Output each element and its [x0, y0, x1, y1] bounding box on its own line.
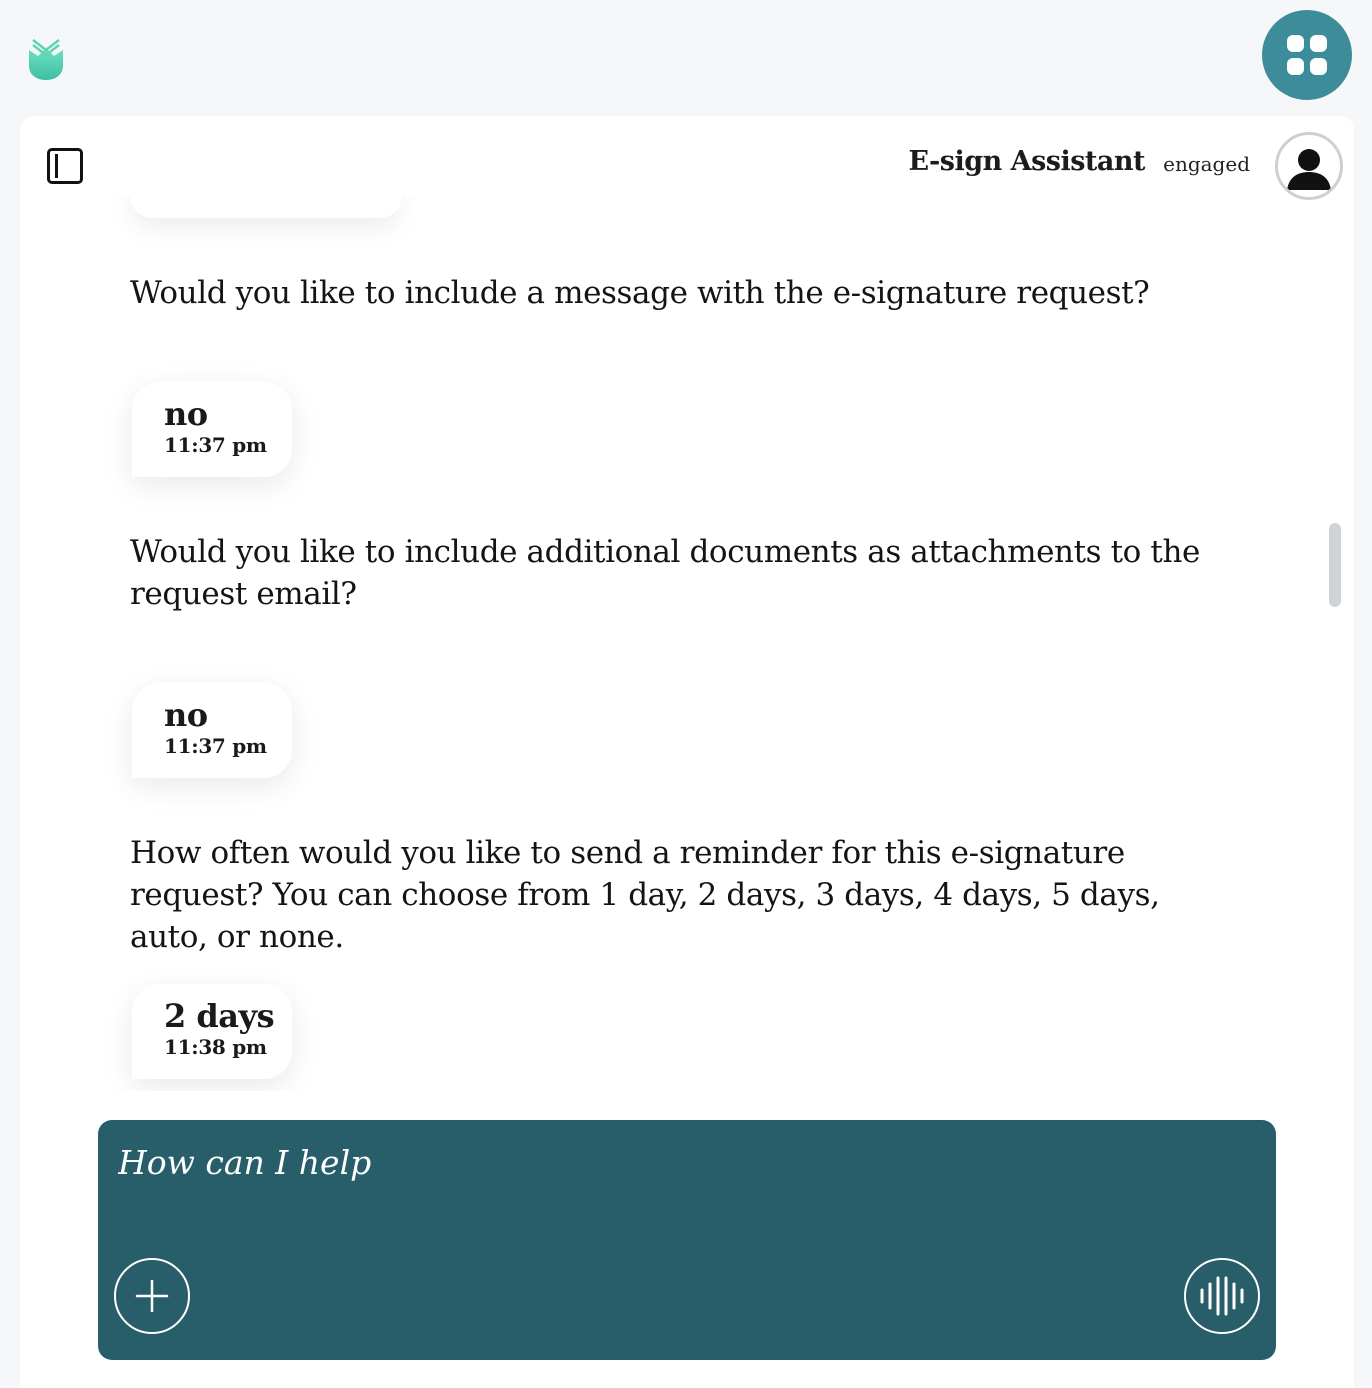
sidebar-toggle-button[interactable]: [47, 148, 83, 184]
bot-message: How often would you like to send a remin…: [130, 835, 1160, 955]
user-avatar-icon[interactable]: [1275, 132, 1343, 200]
voice-input-button[interactable]: [1184, 1258, 1260, 1334]
message-time: 11:38 pm: [164, 1035, 267, 1059]
user-message: no 11:37 pm: [132, 382, 292, 477]
apps-menu-button[interactable]: [1262, 10, 1352, 100]
assistant-name: E-sign Assistant: [908, 146, 1145, 177]
previous-message-edge: [130, 196, 402, 218]
user-message: no 11:37 pm: [132, 683, 292, 778]
scrollbar-thumb[interactable]: [1329, 523, 1341, 607]
message-composer: [98, 1120, 1276, 1360]
user-message-text: no: [164, 696, 208, 734]
tulip-logo-icon: [26, 36, 66, 82]
bot-message: Would you like to include a message with…: [130, 275, 1150, 311]
user-message-text: 2 days: [164, 997, 275, 1035]
plus-icon: [135, 1279, 169, 1313]
message-time: 11:37 pm: [164, 433, 267, 457]
user-message: 2 days 11:38 pm: [132, 984, 292, 1079]
grid-apps-icon: [1287, 35, 1327, 75]
message-input[interactable]: [118, 1132, 1238, 1192]
chat-panel: E-sign Assistant engaged Would you like …: [20, 116, 1354, 1388]
message-list[interactable]: Would you like to include a message with…: [20, 196, 1354, 1091]
message-time: 11:37 pm: [164, 734, 267, 758]
top-bar: [0, 0, 1372, 116]
user-message-text: no: [164, 395, 208, 433]
assistant-status: engaged: [1163, 152, 1250, 176]
bot-message: Would you like to include additional doc…: [130, 534, 1200, 612]
voice-waveform-icon: [1200, 1276, 1244, 1316]
add-attachment-button[interactable]: [114, 1258, 190, 1334]
